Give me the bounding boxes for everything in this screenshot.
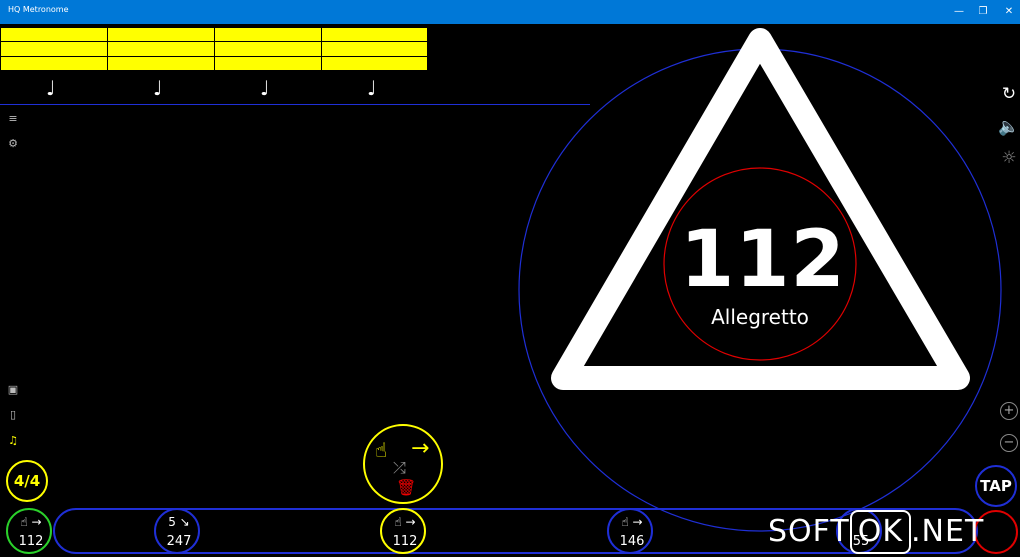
window-title: HQ Metronome <box>8 5 69 14</box>
tap-button[interactable]: TAP <box>975 465 1017 507</box>
title-bar: HQ Metronome — ❐ ✕ <box>0 0 1020 24</box>
step-editor[interactable]: ☝ → ⤮ 🗑 <box>363 424 443 504</box>
arrow-right-icon[interactable]: → <box>411 436 429 461</box>
sound-icon[interactable]: 🔈 <box>998 116 1020 138</box>
watermark: SOFT OK .NET <box>768 510 984 554</box>
save-icon[interactable]: ▣ <box>6 383 20 397</box>
sequence-step[interactable]: ☝ → 146 <box>607 508 653 554</box>
close-button[interactable]: ✕ <box>994 0 1020 24</box>
divider-line <box>0 104 590 105</box>
bpm-value[interactable]: 112 <box>680 215 845 305</box>
tempo-name: Allegretto <box>711 305 809 329</box>
quarter-note-icon: ♩ <box>367 76 377 100</box>
watermark-left: SOFT <box>768 514 850 549</box>
step-value: 247 <box>166 534 192 549</box>
step-mode: ☝ → <box>394 515 416 529</box>
grid-divider <box>321 28 322 70</box>
quarter-note-icon: ♩ <box>46 76 56 100</box>
quarter-note-icon: ♩ <box>153 76 163 100</box>
hand-icon[interactable]: ☝ <box>375 438 387 462</box>
reset-icon[interactable]: ↻ <box>998 83 1020 105</box>
settings-icon[interactable]: ⚙ <box>6 137 20 151</box>
shuffle-icon[interactable]: ⤮ <box>393 458 406 478</box>
zoom-out-button[interactable]: − <box>1000 434 1018 452</box>
step-value: 112 <box>392 534 418 549</box>
page-icon[interactable]: ▯ <box>6 408 20 422</box>
grid-divider <box>214 28 215 70</box>
watermark-box: OK <box>849 510 912 554</box>
zoom-in-button[interactable]: + <box>1000 402 1018 420</box>
grid-divider <box>1 41 429 42</box>
music-icon[interactable]: ♫ <box>6 434 20 448</box>
step-mode: ☝ → <box>621 515 643 529</box>
trash-icon[interactable]: 🗑 <box>396 478 416 497</box>
sequence-step[interactable]: ☝ → 112 <box>6 508 52 554</box>
menu-icon[interactable]: ≡ <box>6 112 20 126</box>
grid-divider <box>107 28 108 70</box>
sequence-step[interactable]: ☝ → 112 <box>380 508 426 554</box>
sequence-step[interactable]: 5 ↘ 247 <box>154 508 200 554</box>
step-mode: ☝ → <box>20 515 42 529</box>
step-value: 146 <box>619 534 645 549</box>
quarter-note-icon: ♩ <box>260 76 270 100</box>
step-mode: 5 ↘ <box>168 515 190 529</box>
watermark-right: .NET <box>911 514 985 549</box>
grid-divider <box>1 56 429 57</box>
brightness-icon[interactable]: ☼ <box>998 147 1020 169</box>
beat-grid[interactable] <box>0 27 429 71</box>
step-value: 112 <box>18 534 44 549</box>
time-signature-button[interactable]: 4/4 <box>6 460 48 502</box>
